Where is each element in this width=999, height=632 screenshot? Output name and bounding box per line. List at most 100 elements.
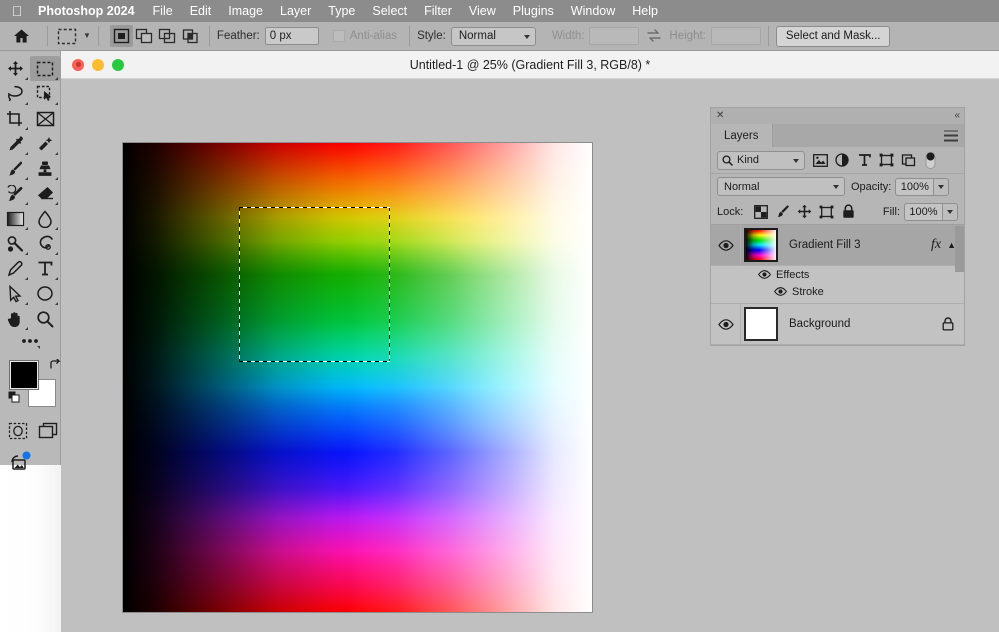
history-brush-tool[interactable] [0,181,30,206]
menu-image[interactable]: Image [228,4,263,18]
lock-icons-group [750,202,859,222]
close-icon[interactable]: ✕ [716,111,724,121]
path-selection-tool[interactable] [0,281,30,306]
fill-stepper[interactable] [942,202,958,221]
screen-mode-icon[interactable] [36,419,60,443]
opacity-input[interactable]: 100% [895,177,934,196]
menu-type[interactable]: Type [328,4,355,18]
blend-mode-select[interactable]: Normal [717,177,845,196]
adjustment-layers-filter-icon[interactable] [831,150,853,170]
type-tool[interactable] [30,256,60,281]
swap-colors-icon[interactable] [49,359,62,372]
pen-tool[interactable] [0,256,30,281]
clone-stamp-tool[interactable] [30,156,60,181]
home-icon[interactable] [8,25,34,47]
reset-colors-icon[interactable] [8,391,21,404]
eyedropper-tool[interactable] [0,131,30,156]
hand-tool[interactable] [0,306,30,331]
collapse-panel-icon[interactable]: « [954,111,959,121]
height-input[interactable] [710,27,761,45]
quick-mask-icon[interactable] [6,419,30,443]
apple-logo-icon[interactable]:  [10,3,24,19]
style-label: Style: [417,30,446,42]
subtract-from-selection-button[interactable] [156,25,179,47]
layer-thumbnail[interactable] [744,228,778,262]
brush-tool[interactable] [0,156,30,181]
lasso-tool[interactable] [0,81,30,106]
filter-toggle-switch[interactable] [919,150,941,170]
menu-file[interactable]: File [153,4,173,18]
share-image-icon[interactable] [0,447,60,475]
eraser-tool[interactable] [30,181,60,206]
anti-alias-checkbox[interactable] [332,30,345,42]
gradient-tool[interactable] [0,206,30,231]
filter-kind-select[interactable]: Kind [717,150,805,170]
layers-scrollbar[interactable] [955,226,964,272]
chevron-down-icon[interactable]: ▼ [83,32,91,40]
lock-image-pixels-icon[interactable] [772,202,793,222]
foreground-color-swatch[interactable] [10,361,38,389]
stroke-effect-visibility-toggle[interactable] [773,287,787,296]
menu-plugins[interactable]: Plugins [513,4,554,18]
select-and-mask-button[interactable]: Select and Mask... [775,25,891,47]
crop-tool[interactable] [0,106,30,131]
lock-artboard-nesting-icon[interactable] [816,202,837,222]
feather-input[interactable]: 0 px [264,27,319,45]
tool-preset-picker[interactable]: ▼ [55,26,91,47]
dodge-tool[interactable] [0,231,30,256]
shape-layers-filter-icon[interactable] [875,150,897,170]
type-layers-filter-icon[interactable] [853,150,875,170]
layers-panel: ✕ « Layers Kind Normal Opacity: 100% Loc… [710,107,965,346]
pen-tool-curvature[interactable] [30,231,60,256]
blur-tool[interactable] [30,206,60,231]
menu-help[interactable]: Help [632,4,658,18]
opacity-stepper[interactable] [933,177,950,196]
zoom-tool[interactable] [30,306,60,331]
swap-width-height-icon[interactable] [644,27,664,45]
smart-objects-filter-icon[interactable] [897,150,919,170]
menu-select[interactable]: Select [372,4,407,18]
menu-layer[interactable]: Layer [280,4,311,18]
intersect-with-selection-button[interactable] [179,25,202,47]
spot-healing-brush-tool[interactable] [30,131,60,156]
list-item[interactable]: Effects [711,266,964,283]
app-name-menu[interactable]: Photoshop 2024 [38,4,135,18]
panel-menu-icon[interactable] [944,130,958,141]
add-to-selection-button[interactable] [133,25,156,47]
ellipse-shape-tool[interactable] [30,281,60,306]
move-tool[interactable] [0,56,30,81]
lock-all-icon[interactable] [838,202,859,222]
minimize-window-button[interactable] [92,58,104,71]
layer-name[interactable]: Gradient Fill 3 [789,239,931,251]
marching-ants-selection[interactable] [239,207,390,362]
layer-effects-badge[interactable]: fx [931,237,941,253]
layer-name[interactable]: Background [789,318,942,330]
table-row[interactable]: Background [711,304,964,345]
layer-visibility-toggle[interactable] [711,225,741,265]
layer-thumbnail[interactable] [744,307,778,341]
width-input[interactable] [589,27,640,45]
lock-transparent-pixels-icon[interactable] [750,202,771,222]
tab-layers[interactable]: Layers [711,124,773,147]
menu-view[interactable]: View [469,4,496,18]
layer-visibility-toggle[interactable] [711,304,741,344]
new-selection-button[interactable] [109,25,133,47]
menu-edit[interactable]: Edit [190,4,212,18]
list-item[interactable]: Stroke [711,283,964,300]
object-selection-tool[interactable] [30,81,60,106]
rectangular-marquee-tool[interactable] [30,56,60,81]
menu-window[interactable]: Window [571,4,615,18]
pixel-layers-filter-icon[interactable] [809,150,831,170]
effects-visibility-toggle[interactable] [757,270,771,279]
frame-tool[interactable] [30,106,60,131]
image-canvas[interactable] [123,143,592,612]
tools-panel [0,51,62,470]
maximize-window-button[interactable] [112,58,124,71]
fill-input[interactable]: 100% [904,202,942,221]
style-select[interactable]: Normal [450,26,536,46]
menu-filter[interactable]: Filter [424,4,452,18]
table-row[interactable]: Gradient Fill 3 fx ▲ [711,225,964,266]
close-window-button[interactable] [72,58,84,71]
more-tools-ellipsis[interactable] [2,331,60,353]
lock-position-icon[interactable] [794,202,815,222]
